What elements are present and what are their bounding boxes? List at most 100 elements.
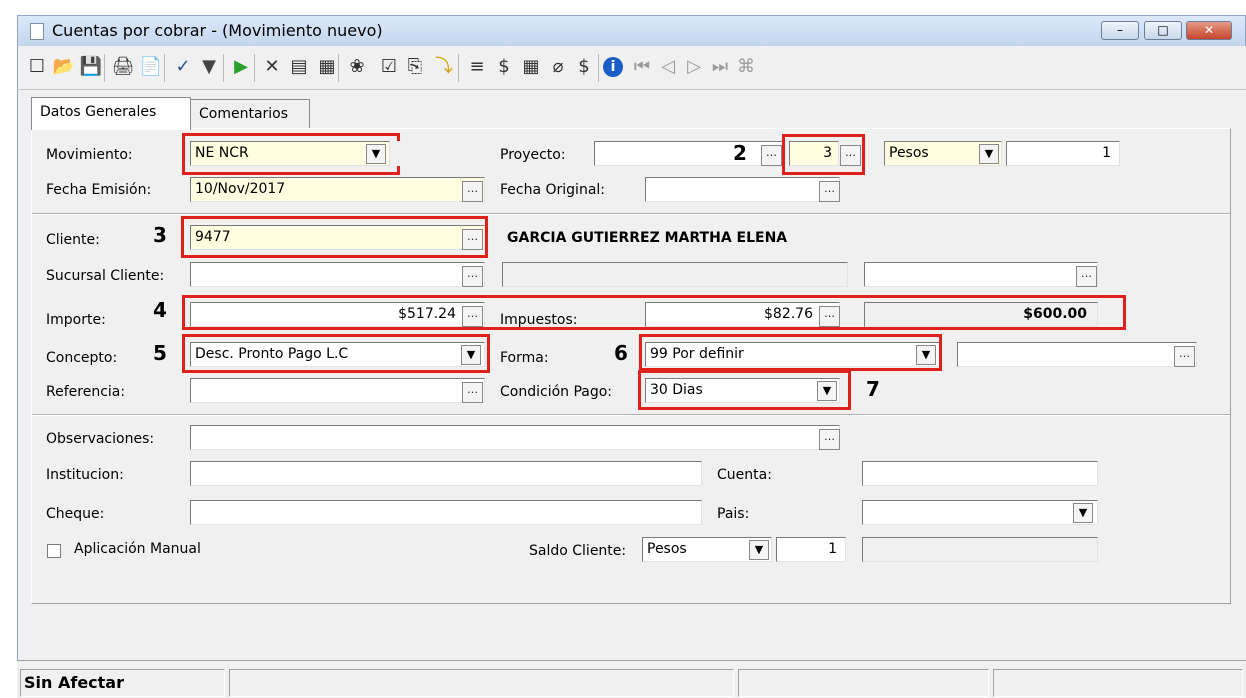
- close-button[interactable]: ✕: [1186, 21, 1232, 40]
- status-state: Sin Afectar: [20, 669, 225, 697]
- toolbar-separator: [338, 54, 339, 82]
- cliente-label: Cliente:: [46, 232, 100, 248]
- cuenta-field[interactable]: [862, 461, 1098, 486]
- sucursal-cliente-field[interactable]: [190, 262, 485, 287]
- print-preview-icon[interactable]: 📄: [138, 54, 164, 80]
- referencia-field[interactable]: [190, 378, 485, 403]
- annotation-number: 6: [614, 341, 628, 365]
- toolbar-separator: [598, 54, 599, 82]
- pais-chevron-down-icon[interactable]: ▼: [1073, 503, 1093, 523]
- sucursal-cliente-label: Sucursal Cliente:: [46, 268, 165, 284]
- annotation-number: 4: [153, 298, 167, 322]
- last-record-icon[interactable]: ⏭: [707, 54, 733, 80]
- attach-icon[interactable]: ⎘: [402, 54, 428, 80]
- institucion-field[interactable]: [190, 461, 702, 486]
- tab-datos-generales[interactable]: Datos Generales: [31, 97, 191, 130]
- save-icon[interactable]: 💾: [78, 54, 104, 80]
- saldo-moneda-chevron-down-icon[interactable]: ▼: [749, 540, 769, 560]
- toolbar-separator: [164, 54, 165, 82]
- fecha-original-field[interactable]: [645, 177, 840, 202]
- link-icon[interactable]: ❀: [344, 54, 370, 80]
- divider: [32, 213, 1230, 215]
- fecha-emision-field[interactable]: 10/Nov/2017: [190, 177, 485, 202]
- prev-record-icon[interactable]: ◁: [655, 54, 681, 80]
- moneda-chevron-down-icon[interactable]: ▼: [979, 144, 999, 164]
- highlight-box: [782, 134, 865, 175]
- aplicacion-manual-checkbox[interactable]: [47, 544, 61, 558]
- cfdi-icon[interactable]: ▦: [314, 54, 340, 80]
- spellcheck-icon[interactable]: ✓: [170, 54, 196, 80]
- divider: [32, 414, 1230, 416]
- tab-comentarios[interactable]: Comentarios: [190, 99, 310, 128]
- fecha-emision-ellipsis-button[interactable]: …: [462, 181, 483, 202]
- aplicacion-manual-label: Aplicación Manual: [74, 541, 201, 557]
- checklist-icon[interactable]: ☑: [376, 54, 402, 80]
- proyecto-label: Proyecto:: [500, 147, 566, 163]
- movimiento-label: Movimiento:: [46, 147, 133, 163]
- fecha-emision-label: Fecha Emisión:: [46, 182, 152, 198]
- highlight-box: [182, 133, 400, 175]
- delete-icon[interactable]: ✕: [259, 54, 285, 80]
- info-icon[interactable]: i: [603, 57, 623, 77]
- filter-icon[interactable]: ▼: [196, 54, 222, 80]
- saldo-cliente-field: [862, 537, 1098, 562]
- toolbar-separator: [223, 54, 224, 82]
- fecha-original-ellipsis-button[interactable]: …: [819, 181, 840, 202]
- payment-icon[interactable]: $: [571, 54, 597, 80]
- fecha-original-label: Fecha Original:: [500, 182, 605, 198]
- maximize-button[interactable]: □: [1144, 21, 1182, 40]
- observaciones-ellipsis-button[interactable]: …: [819, 429, 840, 450]
- annotation-number: 5: [153, 341, 167, 365]
- tipo-cambio-field[interactable]: 1: [1006, 141, 1120, 166]
- toolbar-separator: [104, 54, 105, 82]
- import-icon[interactable]: ⤵: [431, 54, 457, 80]
- movimiento-id: [395, 141, 486, 166]
- observaciones-field[interactable]: [190, 425, 840, 450]
- forma-extra-ellipsis-button[interactable]: …: [1174, 346, 1195, 367]
- currency-icon[interactable]: $: [491, 54, 517, 80]
- sucursal-extra-field[interactable]: [864, 262, 1098, 287]
- window: Cuentas por cobrar - (Movimiento nuevo) …: [0, 0, 1246, 698]
- saldo-tc-field[interactable]: 1: [776, 537, 846, 562]
- status-pane: [993, 669, 1243, 697]
- cliente-nombre: GARCIA GUTIERREZ MARTHA ELENA: [507, 230, 788, 246]
- toolbar-separator: [458, 54, 459, 82]
- concepto-label: Concepto:: [46, 350, 118, 366]
- open-folder-icon[interactable]: 📂: [51, 54, 77, 80]
- cheque-label: Cheque:: [46, 506, 105, 522]
- window-title: Cuentas por cobrar - (Movimiento nuevo): [52, 21, 383, 40]
- document-icon: [30, 23, 44, 40]
- importe-label: Importe:: [46, 312, 106, 328]
- minimize-button[interactable]: –: [1101, 21, 1139, 40]
- annotation-number: 7: [866, 377, 880, 401]
- calculator-icon[interactable]: ▦: [518, 54, 544, 80]
- proyecto-field[interactable]: [594, 141, 784, 166]
- forma-label: Forma:: [500, 350, 549, 366]
- highlight-box: [639, 334, 942, 371]
- highlight-box: [182, 295, 1126, 330]
- report-icon[interactable]: ≡: [464, 54, 490, 80]
- referencia-label: Referencia:: [46, 384, 126, 400]
- cheque-field[interactable]: [190, 500, 702, 525]
- proyecto-ellipsis-button[interactable]: …: [761, 145, 782, 166]
- tag-icon[interactable]: ⌀: [545, 54, 571, 80]
- saldo-cliente-label: Saldo Cliente:: [529, 543, 627, 559]
- first-record-icon[interactable]: ⏮: [629, 54, 655, 80]
- sucursal-extra-ellipsis-button[interactable]: …: [1076, 266, 1097, 287]
- print-icon[interactable]: 🖨: [110, 54, 136, 80]
- status-pane: [738, 669, 989, 697]
- referencia-ellipsis-button[interactable]: …: [462, 382, 483, 403]
- search-icon[interactable]: ⌘: [733, 54, 759, 80]
- sucursal-nombre: [502, 262, 848, 287]
- new-document-icon[interactable]: ☐: [24, 54, 50, 80]
- pais-select[interactable]: [862, 500, 1098, 525]
- sucursal-ellipsis-button[interactable]: …: [462, 266, 483, 287]
- form-icon[interactable]: ▤: [286, 54, 312, 80]
- status-bar: Sin Afectar: [17, 660, 1246, 698]
- run-icon[interactable]: ▶: [228, 54, 254, 80]
- cuenta-label: Cuenta:: [717, 467, 772, 483]
- forma-extra-field[interactable]: [957, 342, 1197, 367]
- next-record-icon[interactable]: ▷: [681, 54, 707, 80]
- highlight-box: [182, 334, 490, 373]
- status-pane: [229, 669, 734, 697]
